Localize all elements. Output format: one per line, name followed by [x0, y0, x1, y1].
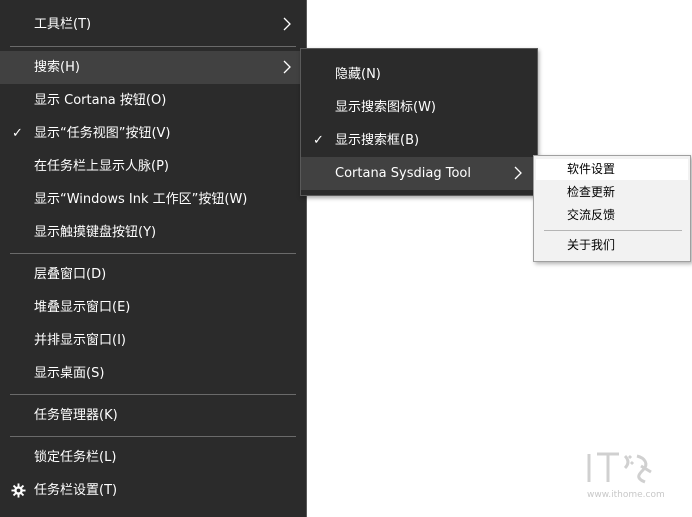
menu-item-label: 显示搜索框(B) — [335, 133, 420, 148]
menu-item-label: Cortana Sysdiag Tool — [335, 166, 471, 181]
submenu-item-about-us[interactable]: 关于我们 — [536, 235, 688, 256]
chevron-right-icon — [514, 166, 522, 180]
menu-separator — [10, 436, 296, 437]
checkmark-icon: ✓ — [313, 133, 324, 148]
submenu-item-software-settings[interactable]: 软件设置 — [536, 159, 688, 180]
search-submenu: 隐藏(N) 显示搜索图标(W) ✓ 显示搜索框(B) Cortana Sysdi… — [300, 48, 538, 196]
menu-item-label: 显示“任务视图”按钮(V) — [34, 126, 171, 141]
watermark-text: www.ithome.com — [587, 490, 665, 500]
menu-item-stack-windows[interactable]: 堆叠显示窗口(E) — [0, 291, 306, 324]
menu-item-show-desktop[interactable]: 显示桌面(S) — [0, 357, 306, 390]
menu-separator — [10, 253, 296, 254]
checkmark-icon: ✓ — [12, 126, 23, 141]
menu-item-task-manager[interactable]: 任务管理器(K) — [0, 399, 306, 432]
menu-item-label: 在任务栏上显示人脉(P) — [34, 159, 169, 174]
chevron-right-icon — [283, 60, 291, 74]
menu-item-show-cortana-button[interactable]: 显示 Cortana 按钮(O) — [0, 84, 306, 117]
menu-item-label: 锁定任务栏(L) — [34, 450, 117, 465]
submenu-item-feedback[interactable]: 交流反馈 — [536, 205, 688, 226]
menu-item-label: 显示触摸键盘按钮(Y) — [34, 225, 157, 240]
menu-item-label: 堆叠显示窗口(E) — [34, 300, 131, 315]
menu-item-toolbars[interactable]: 工具栏(T) — [0, 8, 306, 41]
menu-item-label: 并排显示窗口(I) — [34, 333, 126, 348]
menu-item-show-touch-keyboard-button[interactable]: 显示触摸键盘按钮(Y) — [0, 216, 306, 249]
menu-item-label: 检查更新 — [567, 185, 616, 199]
menu-separator — [10, 46, 296, 47]
menu-item-taskbar-settings[interactable]: 任务栏设置(T) — [0, 474, 306, 507]
menu-item-show-windows-ink-button[interactable]: 显示“Windows Ink 工作区”按钮(W) — [0, 183, 306, 216]
menu-item-label: 任务管理器(K) — [34, 408, 118, 423]
menu-item-show-task-view-button[interactable]: ✓ 显示“任务视图”按钮(V) — [0, 117, 306, 150]
menu-item-cascade-windows[interactable]: 层叠窗口(D) — [0, 258, 306, 291]
menu-item-label: 交流反馈 — [567, 208, 616, 222]
submenu-item-cortana-sysdiag-tool[interactable]: Cortana Sysdiag Tool — [301, 157, 537, 190]
menu-item-label: 隐藏(N) — [335, 67, 381, 82]
submenu-item-check-updates[interactable]: 检查更新 — [536, 182, 688, 203]
menu-item-label: 显示“Windows Ink 工作区”按钮(W) — [34, 192, 248, 207]
menu-item-label: 层叠窗口(D) — [34, 267, 107, 282]
menu-item-label: 搜索(H) — [34, 60, 80, 75]
menu-item-search[interactable]: 搜索(H) — [0, 51, 306, 84]
chevron-right-icon — [283, 17, 291, 31]
menu-item-side-by-side-windows[interactable]: 并排显示窗口(I) — [0, 324, 306, 357]
ithome-logo-icon: www.ithome.com — [587, 452, 665, 500]
submenu-item-hide[interactable]: 隐藏(N) — [301, 58, 537, 91]
menu-item-label: 关于我们 — [567, 238, 616, 252]
menu-separator — [544, 230, 682, 231]
menu-item-label: 显示 Cortana 按钮(O) — [34, 93, 167, 108]
ithome-watermark: www.ithome.com — [585, 446, 675, 502]
taskbar-context-menu: 工具栏(T) 搜索(H) 显示 Cortana 按钮(O) ✓ 显示“任务视图”… — [0, 0, 307, 517]
submenu-item-show-search-icon[interactable]: 显示搜索图标(W) — [301, 91, 537, 124]
gear-icon — [11, 483, 26, 498]
menu-item-show-people[interactable]: 在任务栏上显示人脉(P) — [0, 150, 306, 183]
cortana-sysdiag-submenu: 软件设置 检查更新 交流反馈 关于我们 — [533, 155, 691, 262]
menu-item-lock-taskbar[interactable]: 锁定任务栏(L) — [0, 441, 306, 474]
submenu-item-show-search-box[interactable]: ✓ 显示搜索框(B) — [301, 124, 537, 157]
menu-separator — [10, 394, 296, 395]
menu-item-label: 工具栏(T) — [34, 17, 92, 32]
menu-item-label: 软件设置 — [567, 162, 616, 176]
menu-item-label: 显示搜索图标(W) — [335, 100, 436, 115]
menu-item-label: 显示桌面(S) — [34, 366, 105, 381]
menu-item-label: 任务栏设置(T) — [34, 483, 118, 498]
